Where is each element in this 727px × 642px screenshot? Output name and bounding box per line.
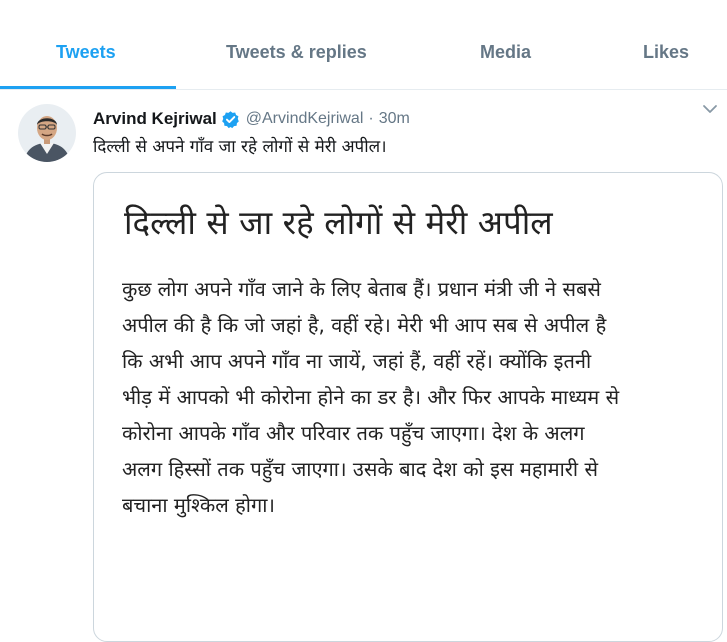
author-name[interactable]: Arvind Kejriwal [93,109,217,129]
author-handle[interactable]: @ArvindKejriwal [246,110,364,128]
separator-dot: · [368,110,374,127]
media-line: भीड़ में आपको भी कोरोना होने का डर है। औ… [122,385,620,409]
tab-media[interactable]: Media [480,42,531,63]
tab-tweets-and-replies[interactable]: Tweets & replies [226,42,367,63]
active-tab-indicator [0,86,176,89]
media-title: दिल्ली से जा रहे लोगों से मेरी अपील [124,203,553,242]
avatar-image [18,104,76,162]
avatar[interactable] [18,104,76,162]
media-body: कुछ लोग अपने गाँव जाने के लिए बेताब हैं।… [122,271,712,523]
media-line: कि अभी आप अपने गाँव ना जायें, जहां हैं, … [122,349,592,373]
tab-likes[interactable]: Likes [643,42,689,63]
chevron-down-icon[interactable] [701,100,719,118]
tweet-text: दिल्ली से अपने गाँव जा रहे लोगों से मेरी… [93,137,387,157]
tweet-media-image[interactable]: दिल्ली से जा रहे लोगों से मेरी अपील कुछ … [93,172,723,642]
media-line: कोरोना आपके गाँव और परिवार तक पहुँच जाएग… [122,421,585,445]
tab-tweets[interactable]: Tweets [56,42,116,63]
profile-tabs: Tweets Tweets & replies Media Likes [0,0,727,90]
media-line: अपील की है कि जो जहां है, वहीं रहे। मेरी… [122,313,607,337]
media-line: बचाना मुश्किल होगा। [122,493,275,517]
verified-badge-icon [221,110,240,129]
tweet-header: Arvind Kejriwal @ArvindKejriwal · 30m [93,106,410,132]
tweet-timestamp[interactable]: 30m [379,110,410,128]
tweet[interactable]: Arvind Kejriwal @ArvindKejriwal · 30m दि… [0,90,727,642]
media-line: कुछ लोग अपने गाँव जाने के लिए बेताब हैं।… [122,277,601,301]
media-line: अलग हिस्सों तक पहुँच जाएगा। उसके बाद देश… [122,457,598,481]
